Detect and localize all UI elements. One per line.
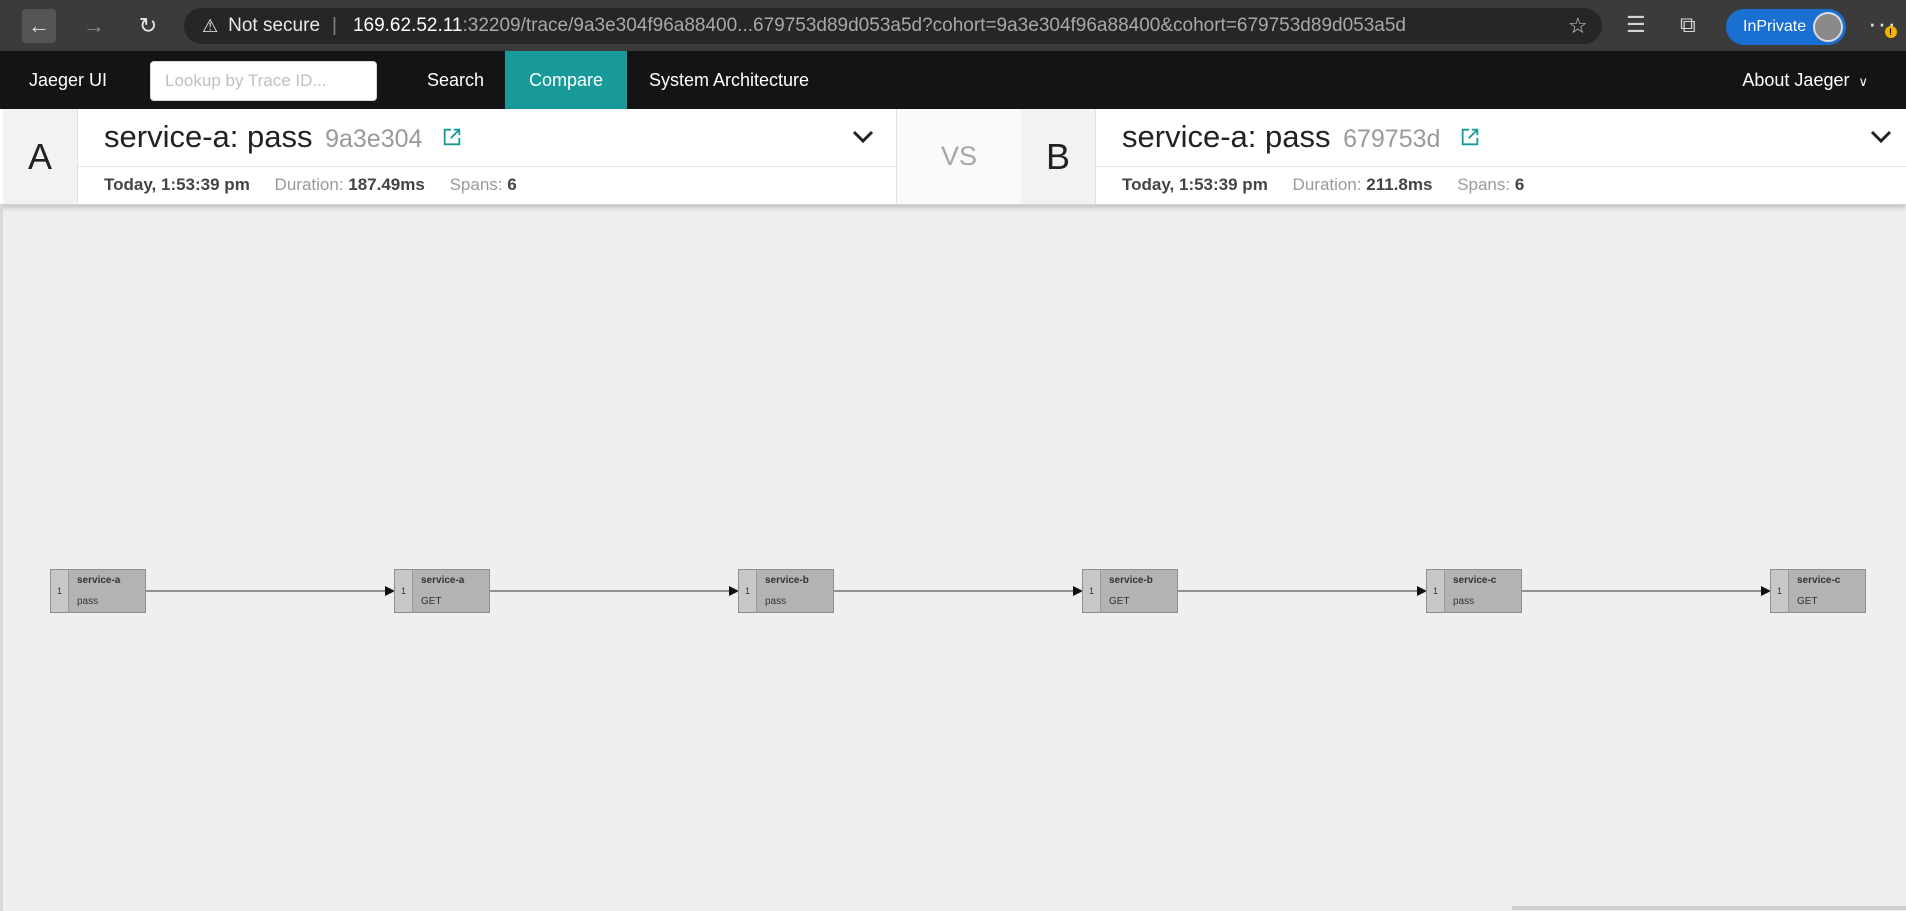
node-operation: GET bbox=[1109, 596, 1130, 607]
cohort-b-letter: B bbox=[1021, 109, 1096, 204]
trace-b-spans: 6 bbox=[1514, 175, 1525, 194]
trace-b-title: service-a: pass 679753d bbox=[1122, 119, 1481, 155]
back-icon[interactable]: ← bbox=[22, 9, 56, 43]
node-count: 1 bbox=[395, 570, 413, 612]
node-service: service-b bbox=[765, 575, 809, 586]
nav-item-system-architecture[interactable]: System Architecture bbox=[625, 51, 833, 109]
graph-node[interactable]: 1 service-b GET bbox=[1082, 569, 1178, 613]
graph-node[interactable]: 1 service-c GET bbox=[1770, 569, 1866, 613]
address-bar[interactable]: ⚠ Not secure | 169.62.52.11:32209/trace/… bbox=[184, 8, 1602, 44]
node-count: 1 bbox=[1771, 570, 1789, 612]
warning-icon: ⚠ bbox=[202, 15, 219, 36]
nav-item-compare[interactable]: Compare bbox=[505, 51, 628, 109]
more-options-icon[interactable]: ···! bbox=[1868, 8, 1897, 39]
address-divider: | bbox=[332, 15, 337, 36]
jaeger-top-nav: Jaeger UI Search Compare System Architec… bbox=[0, 51, 1906, 109]
node-service: service-c bbox=[1453, 575, 1497, 586]
about-jaeger-label: About Jaeger bbox=[1742, 70, 1850, 90]
profile-avatar-icon bbox=[1813, 12, 1843, 42]
node-service: service-b bbox=[1109, 575, 1153, 586]
favorite-star-icon[interactable]: ☆ bbox=[1568, 13, 1588, 39]
forward-icon[interactable]: → bbox=[77, 9, 111, 43]
node-service: service-c bbox=[1797, 575, 1841, 586]
update-badge-icon: ! bbox=[1885, 26, 1897, 38]
node-operation: pass bbox=[1453, 596, 1475, 607]
collections-icon[interactable]: ⧉ bbox=[1680, 12, 1696, 38]
duration-label: Duration: bbox=[1292, 175, 1362, 194]
node-count: 1 bbox=[739, 570, 757, 612]
node-service: service-a bbox=[77, 575, 121, 586]
node-operation: pass bbox=[765, 596, 787, 607]
trace-b-meta: Today, 1:53:39 pm Duration: 211.8ms Span… bbox=[1122, 175, 1524, 195]
graph-edges bbox=[146, 586, 1771, 596]
security-label: Not secure bbox=[228, 15, 321, 36]
duration-label: Duration: bbox=[274, 175, 344, 194]
inprivate-button[interactable]: InPrivate bbox=[1726, 9, 1846, 45]
trace-b-duration: 211.8ms bbox=[1366, 175, 1433, 194]
node-service: service-a bbox=[421, 575, 465, 586]
nav-item-search[interactable]: Search bbox=[403, 51, 508, 109]
node-operation: pass bbox=[77, 596, 99, 607]
graph-node[interactable]: 1 service-a GET bbox=[394, 569, 490, 613]
node-count: 1 bbox=[51, 570, 69, 612]
cohort-a-letter: A bbox=[3, 109, 78, 204]
inprivate-label: InPrivate bbox=[1743, 18, 1807, 35]
browser-toolbar: ← → ↻ ⚠ Not secure | 169.62.52.11:32209/… bbox=[0, 0, 1906, 51]
external-link-icon[interactable] bbox=[441, 126, 463, 148]
url-path: :32209/trace/9a3e304f96a88400...679753d8… bbox=[462, 15, 1406, 36]
brand-link[interactable]: Jaeger UI bbox=[29, 51, 107, 109]
url-host: 169.62.52.11 bbox=[352, 15, 463, 36]
about-jaeger-dropdown[interactable]: About Jaeger ∨ bbox=[1742, 51, 1868, 109]
node-count: 1 bbox=[1083, 570, 1101, 612]
graph-node[interactable]: 1 service-b pass bbox=[738, 569, 834, 613]
trace-a-spans: 6 bbox=[507, 175, 517, 194]
trace-a-title: service-a: pass 9a3e304 bbox=[104, 119, 463, 155]
chevron-down-icon: ∨ bbox=[1858, 74, 1868, 89]
trace-id-lookup-input[interactable] bbox=[150, 61, 377, 101]
reload-icon[interactable]: ↻ bbox=[131, 9, 165, 43]
vs-divider: VS bbox=[896, 109, 1022, 204]
graph-node[interactable]: 1 service-c pass bbox=[1426, 569, 1522, 613]
chevron-down-icon[interactable] bbox=[850, 124, 876, 150]
trace-b-id: 679753d bbox=[1343, 125, 1441, 153]
external-link-icon[interactable] bbox=[1459, 126, 1481, 148]
horizontal-scrollbar[interactable] bbox=[1512, 906, 1906, 910]
divider bbox=[78, 166, 896, 167]
trace-a-meta: Today, 1:53:39 pm Duration: 187.49ms Spa… bbox=[104, 175, 517, 195]
compare-header: A service-a: pass 9a3e304 Today, 1:53:39… bbox=[0, 109, 1906, 205]
trace-a-date: Today, 1:53:39 pm bbox=[104, 175, 250, 194]
chevron-down-icon[interactable] bbox=[1868, 124, 1894, 150]
spans-label: Spans: bbox=[1457, 175, 1511, 194]
node-count: 1 bbox=[1427, 570, 1445, 612]
trace-a-name: service-a: pass bbox=[104, 119, 313, 154]
favorites-list-icon[interactable]: ☰ bbox=[1626, 12, 1646, 38]
trace-b-date: Today, 1:53:39 pm bbox=[1122, 175, 1268, 194]
divider bbox=[1096, 166, 1906, 167]
node-operation: GET bbox=[1797, 596, 1818, 607]
trace-diff-graph[interactable]: 1 service-a pass 1 service-a GET 1 servi… bbox=[0, 206, 1906, 911]
trace-a-id: 9a3e304 bbox=[325, 125, 423, 153]
graph-node[interactable]: 1 service-a pass bbox=[50, 569, 146, 613]
trace-b-name: service-a: pass bbox=[1122, 119, 1331, 154]
trace-a-duration: 187.49ms bbox=[348, 175, 425, 194]
node-operation: GET bbox=[421, 596, 442, 607]
spans-label: Spans: bbox=[449, 175, 503, 194]
